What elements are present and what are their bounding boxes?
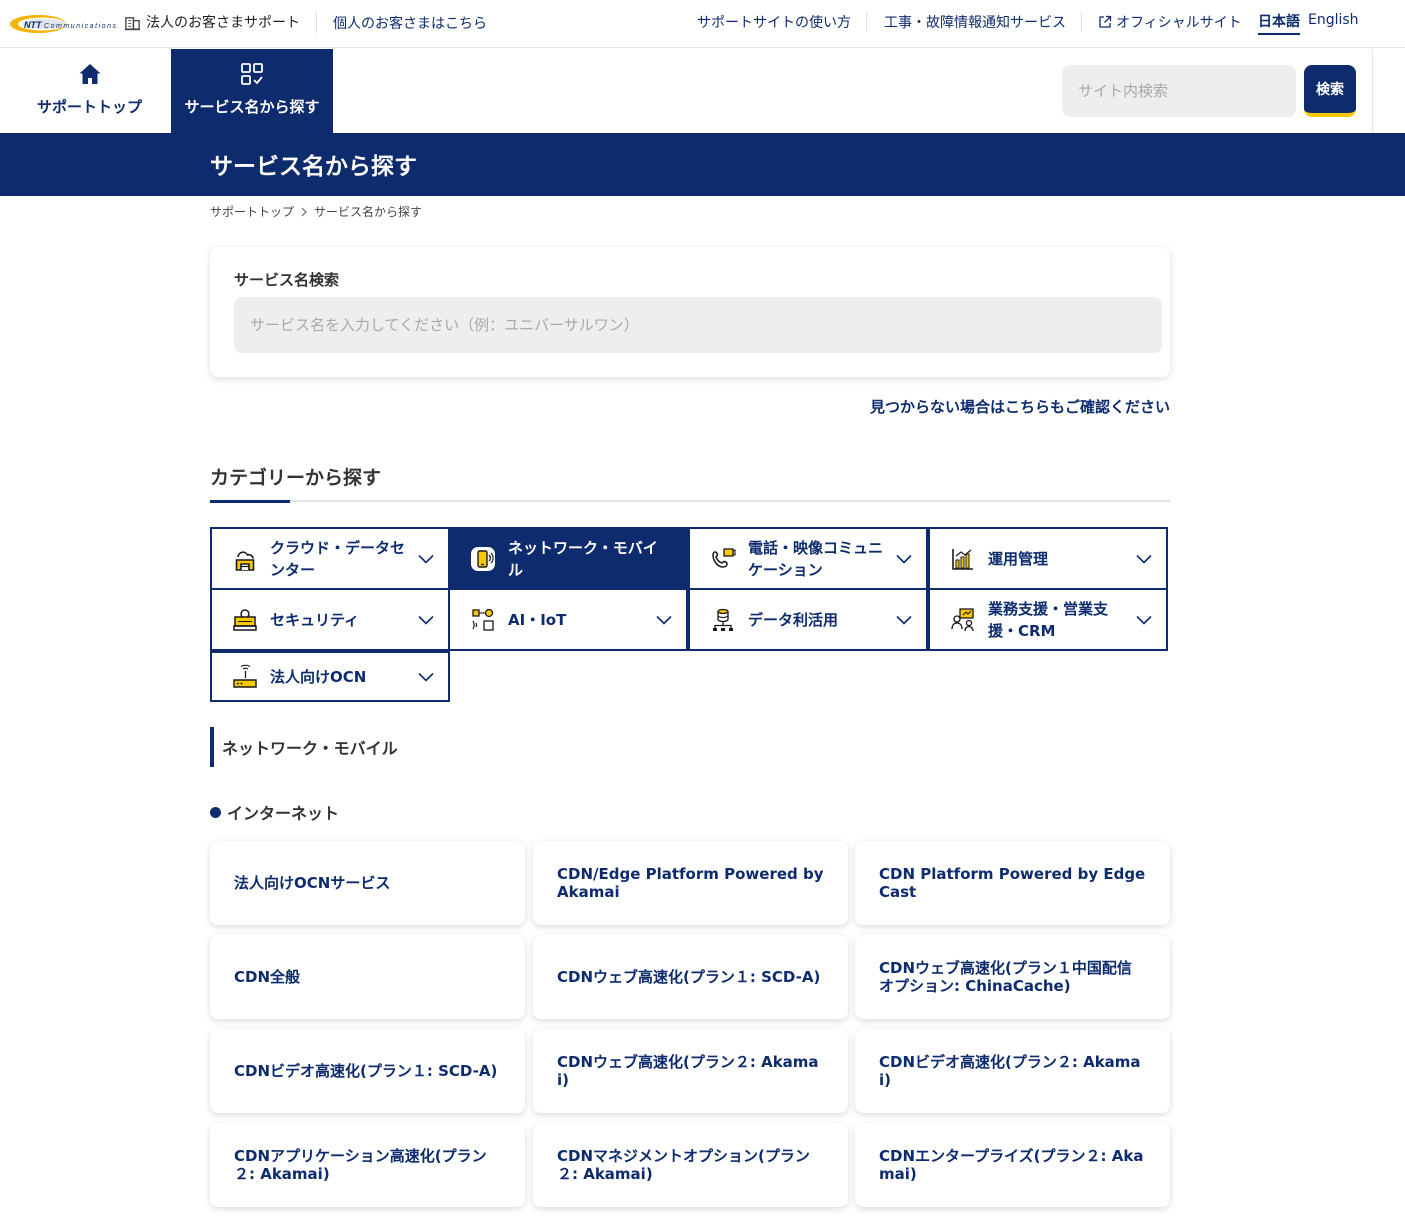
chevron-right-icon: [300, 207, 308, 217]
official-site-link[interactable]: オフィシャルサイト: [1098, 12, 1242, 32]
ntt-logo[interactable]: NTT Communications: [8, 12, 118, 36]
category-heading: カテゴリーから探す: [210, 467, 382, 489]
service-search-card: サービス名検索: [210, 247, 1170, 377]
tab-search-by-service[interactable]: サービス名から探す: [171, 49, 333, 133]
home-icon: [77, 61, 103, 96]
service-card[interactable]: CDNビデオ高速化(プラン１: SCD-A): [210, 1029, 525, 1113]
divider: [316, 13, 317, 33]
category-label: 法人向けOCN: [270, 667, 367, 686]
service-card[interactable]: CDNエンタープライズ(プラン２: Akamai): [855, 1123, 1170, 1207]
bullet-dot-icon: [210, 806, 221, 818]
category-operations[interactable]: 運用管理: [928, 527, 1168, 590]
group-heading-label: インターネット: [227, 804, 340, 823]
data-icon: [710, 607, 736, 633]
page-title: サービス名から探す: [210, 154, 417, 180]
breadcrumb-current: サービス名から探す: [314, 205, 423, 219]
heading-accent: [210, 500, 290, 503]
divider: [1372, 49, 1373, 133]
group-heading: インターネット: [210, 800, 339, 824]
category-label: データ利活用: [748, 610, 839, 629]
security-icon: [232, 607, 258, 633]
chevron-down-icon: [896, 615, 912, 625]
category-cloud-datacenter[interactable]: クラウド・データセンター: [210, 527, 450, 590]
category-security[interactable]: セキュリティ: [210, 588, 450, 651]
category-label: 業務支援・営業支援・CRM: [988, 599, 1109, 640]
divider: [1081, 12, 1082, 32]
chevron-down-icon: [1136, 615, 1152, 625]
service-card[interactable]: CDNアプリケーション高速化(プラン２: Akamai): [210, 1123, 525, 1207]
category-ocn[interactable]: 法人向けOCN: [210, 651, 450, 702]
router-icon: [232, 664, 258, 690]
utility-bar: NTT Communications 法人のお客さまサポート 個人のお客さまはこ…: [0, 0, 1405, 48]
lang-japanese[interactable]: 日本語: [1258, 11, 1300, 35]
category-label: セキュリティ: [270, 610, 360, 629]
building-icon: [124, 14, 141, 31]
service-grid-icon: [239, 61, 265, 96]
service-search-label: サービス名検索: [234, 271, 340, 289]
bar-chart-icon: [950, 546, 976, 572]
service-card[interactable]: CDNウェブ高速化(プラン１: SCD-A): [533, 935, 848, 1019]
chevron-down-icon: [1136, 554, 1152, 564]
maintenance-notice-link[interactable]: 工事・故障情報通知サービス: [884, 12, 1066, 32]
service-card[interactable]: CDNビデオ高速化(プラン２: Akamai): [855, 1029, 1170, 1113]
corporate-support-label: 法人のお客さまサポート: [146, 15, 300, 31]
chevron-down-icon: [896, 554, 912, 564]
category-phone-video[interactable]: 電話・映像コミュニケーション: [688, 527, 928, 590]
section-title: ネットワーク・モバイル: [210, 727, 398, 767]
tab-support-top[interactable]: サポートトップ: [8, 49, 171, 133]
official-site-label: オフィシャルサイト: [1116, 15, 1242, 31]
svg-text:NTT: NTT: [24, 20, 43, 30]
tab-search-by-service-label: サービス名から探す: [184, 98, 320, 116]
service-card[interactable]: CDNウェブ高速化(プラン２: Akamai): [533, 1029, 848, 1113]
service-card[interactable]: CDNウェブ高速化(プラン１中国配信オプション: ChinaCache): [855, 935, 1170, 1019]
breadcrumb-support-top[interactable]: サポートトップ: [210, 203, 294, 220]
lang-english[interactable]: English: [1308, 12, 1359, 28]
chevron-down-icon: [418, 672, 434, 682]
service-card[interactable]: 法人向けOCNサービス: [210, 841, 525, 925]
phone-video-icon: [710, 546, 736, 572]
category-business-crm[interactable]: 業務支援・営業支援・CRM: [928, 588, 1168, 651]
chevron-down-icon: [418, 615, 434, 625]
divider: [210, 500, 1170, 502]
category-label: ネットワーク・モバイル: [508, 538, 658, 579]
service-card[interactable]: CDN全般: [210, 935, 525, 1019]
category-label: クラウド・データセンター: [270, 538, 406, 579]
site-search-input[interactable]: [1062, 65, 1296, 117]
service-name-input[interactable]: [234, 297, 1162, 353]
tab-support-top-label: サポートトップ: [36, 98, 142, 116]
ai-iot-icon: [470, 607, 496, 633]
category-label: 運用管理: [988, 549, 1049, 568]
service-card[interactable]: CDN Platform Powered by Edge Cast: [855, 841, 1170, 925]
cloud-building-icon: [232, 546, 258, 572]
category-data-utilization[interactable]: データ利活用: [688, 588, 928, 651]
divider: [866, 12, 867, 32]
mobile-network-icon: [470, 546, 496, 572]
personal-customers-link[interactable]: 個人のお客さまはこちら: [333, 13, 487, 33]
crm-icon: [950, 607, 976, 633]
service-card[interactable]: CDNマネジメントオプション(プラン２: Akamai): [533, 1123, 848, 1207]
corporate-support-link[interactable]: 法人のお客さまサポート: [124, 12, 300, 32]
breadcrumb: サポートトップ サービス名から探す: [210, 203, 422, 220]
external-link-icon: [1098, 15, 1112, 29]
category-label: AI・IoT: [508, 610, 567, 629]
category-label: 電話・映像コミュニケーション: [748, 538, 884, 579]
title-band: サービス名から探す: [0, 133, 1405, 196]
site-search-button[interactable]: 検索: [1304, 65, 1356, 117]
category-ai-iot[interactable]: AI・IoT: [448, 588, 688, 651]
chevron-down-icon: [418, 554, 434, 564]
not-found-link[interactable]: 見つからない場合はこちらもご確認ください: [870, 396, 1170, 417]
service-card[interactable]: CDN/Edge Platform Powered by Akamai: [533, 841, 848, 925]
category-network-mobile[interactable]: ネットワーク・モバイル: [448, 527, 688, 590]
main-header: サポートトップ サービス名から探す 検索: [0, 49, 1405, 133]
howto-link[interactable]: サポートサイトの使い方: [697, 12, 851, 32]
chevron-down-icon: [656, 615, 672, 625]
